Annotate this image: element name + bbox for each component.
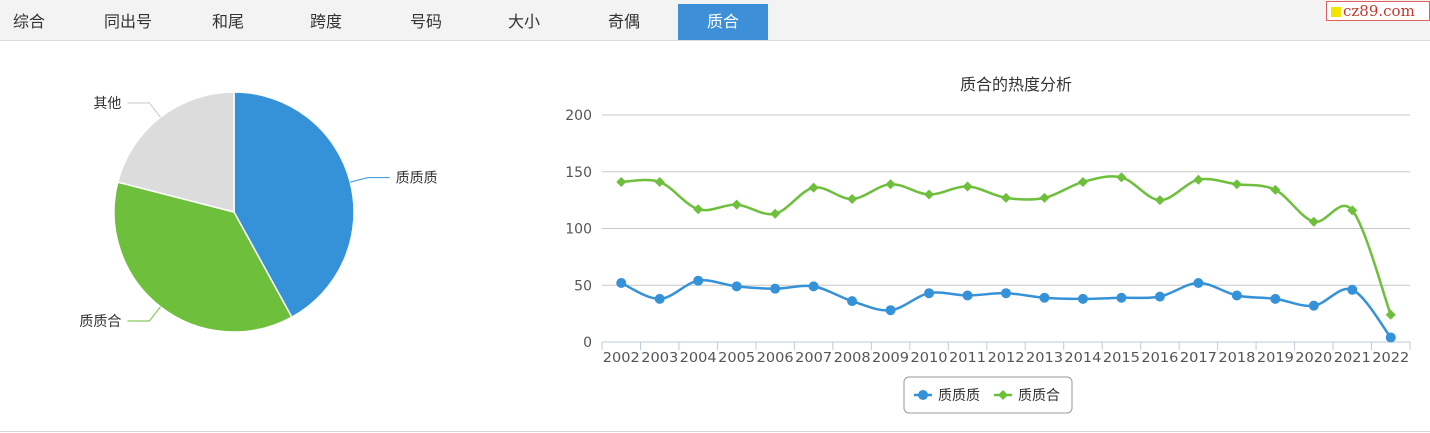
pie-leader-3 [127, 102, 161, 118]
pie-leader-1 [350, 177, 390, 183]
series-2-point-7 [885, 179, 896, 190]
x-tick-label-16: 2018 [1218, 350, 1255, 366]
x-tick-label-7: 2009 [872, 350, 909, 366]
x-tick-label-19: 2021 [1334, 350, 1371, 366]
series-1-point-16 [1231, 290, 1242, 301]
series-2-point-15 [1193, 174, 1204, 185]
series-1-point-3 [731, 281, 742, 292]
y-tick-label-1: 50 [574, 278, 592, 294]
x-tick-label-5: 2007 [795, 350, 832, 366]
pie-label-1: 质质质 [396, 171, 438, 187]
x-tick-label-11: 2013 [1026, 350, 1063, 366]
series-1-point-5 [808, 281, 819, 292]
series-1-point-12 [1077, 293, 1088, 304]
series-1-point-7 [885, 305, 896, 316]
series-1-point-17 [1270, 293, 1281, 304]
x-tick-label-14: 2016 [1141, 350, 1178, 366]
series-2-point-14 [1154, 195, 1165, 206]
series-2-point-20 [1385, 309, 1396, 320]
x-tick-label-8: 2010 [911, 350, 948, 366]
x-tick-label-3: 2005 [718, 350, 755, 366]
series-2-point-11 [1039, 192, 1050, 203]
series-1-point-10 [1001, 288, 1011, 299]
series-2-point-4 [770, 208, 781, 219]
series-1-point-2 [693, 275, 704, 286]
x-tick-label-15: 2017 [1180, 350, 1217, 366]
x-tick-label-2: 2004 [680, 350, 717, 366]
series-2-point-10 [1001, 192, 1011, 203]
series-1-point-18 [1308, 300, 1319, 311]
x-tick-label-9: 2011 [949, 350, 986, 366]
tab-odd-even[interactable]: 奇偶 [574, 4, 674, 40]
legend-label-1: 质质质 [938, 388, 980, 404]
tab-sum-tail[interactable]: 和尾 [178, 4, 278, 40]
x-tick-label-18: 2020 [1295, 350, 1332, 366]
legend-label-2: 质质合 [1018, 388, 1060, 404]
pie-chart: 质质质质质合 其他 [79, 91, 438, 333]
x-tick-label-13: 2015 [1103, 350, 1140, 366]
logo-square-icon [1331, 7, 1341, 17]
brand-logo[interactable]: cz89.com [1326, 1, 1430, 21]
series-1-point-1 [654, 293, 665, 304]
series-2-point-13 [1116, 172, 1127, 183]
tab-overview[interactable]: 综合 [0, 4, 58, 40]
bottom-divider [0, 431, 1430, 432]
pie-leader-2 [127, 306, 161, 322]
series-1-point-8 [924, 288, 935, 299]
tab-prime-composite[interactable]: 质合 [678, 4, 768, 40]
series-1-point-9 [962, 290, 973, 301]
x-tick-label-17: 2019 [1257, 350, 1294, 366]
series-2-point-0 [616, 176, 627, 187]
y-tick-label-3: 150 [565, 165, 592, 181]
series-1-point-11 [1039, 292, 1050, 303]
pie-label-3: 其他 [93, 96, 121, 112]
series-1-point-15 [1193, 277, 1204, 288]
chart-title: 质合的热度分析 [960, 75, 1072, 94]
tab-span[interactable]: 跨度 [276, 4, 376, 40]
series-1-point-0 [616, 277, 627, 288]
brand-text: cz89.com [1343, 2, 1415, 20]
series-2-point-9 [962, 181, 973, 192]
x-tick-label-0: 2002 [603, 350, 640, 366]
series-2-point-18 [1308, 216, 1319, 227]
tab-number[interactable]: 号码 [376, 4, 476, 40]
series-2-point-12 [1077, 176, 1088, 187]
y-tick-label-0: 0 [583, 335, 592, 351]
tab-size[interactable]: 大小 [474, 4, 574, 40]
y-tick-label-2: 100 [565, 222, 592, 238]
series-2-point-8 [924, 189, 935, 200]
y-tick-label-4: 200 [565, 108, 592, 124]
x-tick-label-4: 2006 [757, 350, 794, 366]
line-chart: 质合的热度分析0501001502002002 2003 2004 2005 2006 2… [565, 75, 1411, 414]
series-1-point-13 [1116, 292, 1127, 303]
x-tick-label-1: 2003 [641, 350, 678, 366]
x-tick-label-20: 2022 [1372, 350, 1409, 366]
series-1-point-19 [1347, 284, 1358, 295]
x-tick-label-12: 2014 [1064, 350, 1101, 366]
series-2-point-16 [1231, 179, 1242, 190]
series-1-point-6 [847, 296, 858, 307]
series-1-point-20 [1385, 332, 1396, 343]
series-1-point-14 [1154, 291, 1165, 302]
pie-label-2: 质质合 [79, 314, 121, 330]
series-2-point-6 [847, 193, 858, 204]
legend-marker-1 [918, 390, 928, 400]
series-2-point-3 [731, 199, 742, 210]
x-tick-label-6: 2008 [834, 350, 871, 366]
series-2-point-5 [808, 182, 819, 193]
tab-same-number[interactable]: 同出号 [78, 4, 178, 40]
x-tick-label-10: 2012 [988, 350, 1025, 366]
series-2-point-2 [693, 204, 704, 215]
series-1-point-4 [770, 283, 781, 294]
series-2-point-1 [654, 176, 665, 187]
